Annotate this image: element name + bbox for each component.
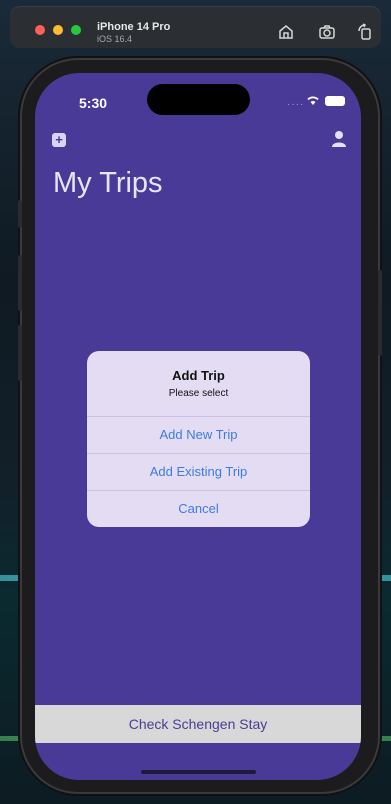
- simulator-title-bar: iPhone 14 Pro iOS 16.4: [10, 6, 381, 48]
- side-button: [378, 270, 382, 356]
- device-name: iPhone 14 Pro: [97, 21, 171, 33]
- battery-icon: [325, 96, 345, 106]
- rotate-icon[interactable]: [356, 23, 374, 41]
- add-existing-trip-button[interactable]: Add Existing Trip: [87, 453, 310, 490]
- volume-down-button: [18, 325, 22, 381]
- dynamic-island: [147, 84, 250, 115]
- minimize-window-button[interactable]: [53, 25, 63, 35]
- add-trip-alert: Add Trip Please select Add New Trip Add …: [87, 351, 310, 527]
- cancel-button[interactable]: Cancel: [87, 490, 310, 527]
- volume-up-button: [18, 255, 22, 311]
- zoom-window-button[interactable]: [71, 25, 81, 35]
- profile-icon[interactable]: [331, 130, 347, 148]
- add-new-trip-button[interactable]: Add New Trip: [87, 416, 310, 453]
- app-screen: 5:30 ···· + My Trips Add Trip Please sel…: [35, 73, 361, 780]
- device-os-version: iOS 16.4: [97, 34, 133, 44]
- status-time: 5:30: [79, 95, 108, 111]
- alert-message: Please select: [168, 388, 229, 399]
- screenshot-icon[interactable]: [318, 23, 336, 41]
- check-schengen-stay-button[interactable]: Check Schengen Stay: [35, 705, 361, 743]
- wifi-icon: [307, 96, 319, 105]
- home-indicator: [141, 770, 256, 774]
- signal-icon: ····: [287, 99, 305, 110]
- alert-title: Add Trip: [172, 368, 225, 383]
- add-icon[interactable]: +: [52, 133, 66, 147]
- page-title: My Trips: [53, 167, 163, 199]
- home-icon[interactable]: [277, 23, 295, 41]
- action-button: [18, 200, 22, 228]
- close-window-button[interactable]: [35, 25, 45, 35]
